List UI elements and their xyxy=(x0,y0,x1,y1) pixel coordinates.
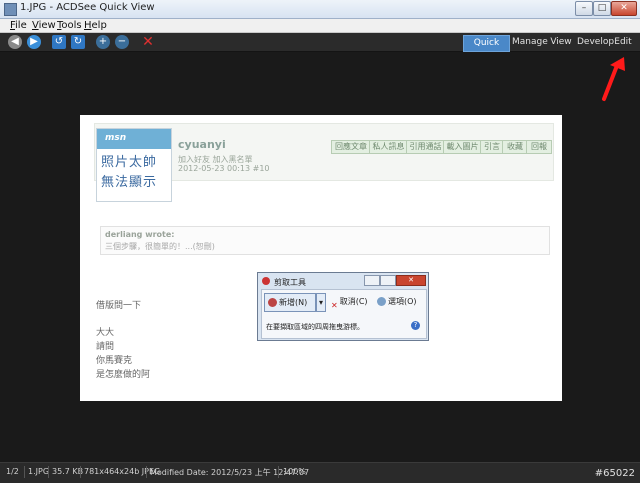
options-button: 選項(O) xyxy=(374,293,417,310)
post-tag: 回應文章 xyxy=(331,140,371,154)
avatar: msn 照片太帥 無法顯示 xyxy=(96,128,172,202)
rotate-left-icon[interactable]: ↺ xyxy=(52,35,66,49)
new-snip-label: 新增(N) xyxy=(279,298,308,307)
post-username: cyuanyi xyxy=(178,138,226,151)
close-window-button[interactable]: ✕ xyxy=(611,1,637,16)
menu-file[interactable]: File xyxy=(10,20,27,31)
post-body-line: 借版問一下 xyxy=(96,301,142,311)
scissors-icon xyxy=(268,298,277,307)
avatar-text-line2: 無法顯示 xyxy=(101,175,158,190)
post-body-line: 是怎麼做的阿 xyxy=(96,370,151,380)
previous-icon[interactable]: ◀ xyxy=(8,35,22,49)
new-snip-button: 新增(N) xyxy=(264,293,316,312)
app-icon xyxy=(4,3,17,16)
avatar-brand: msn xyxy=(105,133,127,143)
post-tag: 私人訊息 xyxy=(369,140,408,154)
options-label: 選項(O) xyxy=(388,297,417,306)
status-filename: 1.JPG xyxy=(28,467,50,476)
status-zoom: 100% xyxy=(283,467,306,476)
watermark: #65022 xyxy=(594,468,635,479)
help-icon: ? xyxy=(411,321,420,330)
tab-manage[interactable]: Manage xyxy=(512,35,548,50)
quote-block: derliang wrote: 三個步驟，很簡單的！...(恕刪) xyxy=(100,226,550,255)
post-tag: 引用通話 xyxy=(406,140,445,154)
post-tag: 載入圖片 xyxy=(443,140,482,154)
post-body-line: 請問 xyxy=(96,342,115,352)
close-icon: ✕ xyxy=(396,275,426,286)
quote-title: derliang wrote: xyxy=(105,230,175,239)
status-bar: 1/2 1.JPG 35.7 KB 781x464x24b JPEG Modif… xyxy=(0,462,640,483)
snip-instruction: 在要擷取區域的四周拖曳游標。 xyxy=(266,323,364,331)
scissors-icon xyxy=(262,277,270,285)
menu-help[interactable]: Help xyxy=(84,20,107,31)
toolbar: ◀ ▶ ↺ ↻ + − ✕ Quick View Manage View Dev… xyxy=(0,33,640,63)
post-body-line: 你馬賽克 xyxy=(96,356,133,366)
close-icon[interactable]: ✕ xyxy=(141,35,155,49)
maximize-icon xyxy=(380,275,396,286)
minimize-icon xyxy=(364,275,380,286)
next-icon[interactable]: ▶ xyxy=(27,35,41,49)
window-title: 1.JPG - ACDSee Quick View xyxy=(20,2,155,13)
minimize-button[interactable]: – xyxy=(575,1,593,16)
post-tag: 引言 xyxy=(480,140,504,154)
tab-edit[interactable]: Edit xyxy=(612,35,634,50)
annotation-arrow xyxy=(602,57,625,101)
status-index: 1/2 xyxy=(6,467,19,476)
maximize-button[interactable]: □ xyxy=(593,1,611,16)
post-tag: 收藏 xyxy=(502,140,528,154)
cancel-icon: ✕ xyxy=(331,301,338,310)
cancel-snip-label: 取消(C) xyxy=(339,297,368,306)
zoom-in-icon[interactable]: + xyxy=(96,35,110,49)
post-body-line: 大大 xyxy=(96,328,115,338)
status-filesize: 35.7 KB xyxy=(52,467,84,476)
snipping-tool-window: 剪取工具 ✕ 新增(N) ▾ ✕ 取消(C) 選項(O) 在要擷取區域的四周拖曳游… xyxy=(257,272,429,341)
chevron-down-icon: ▾ xyxy=(316,293,326,312)
cancel-snip-button: ✕ 取消(C) xyxy=(328,293,368,310)
menu-bar: File View Tools Help xyxy=(0,19,640,33)
avatar-text-line1: 照片太帥 xyxy=(101,155,158,170)
zoom-out-icon[interactable]: − xyxy=(115,35,129,49)
tab-quick-view[interactable]: Quick View xyxy=(463,35,510,63)
snipping-tool-title: 剪取工具 xyxy=(274,278,306,287)
gear-icon xyxy=(377,297,386,306)
status-dimensions: 781x464x24b JPEG xyxy=(84,467,161,476)
tab-develop[interactable]: Develop xyxy=(577,35,614,50)
quote-body: 三個步驟，很簡單的！...(恕刪) xyxy=(105,242,215,251)
rotate-right-icon[interactable]: ↻ xyxy=(71,35,85,49)
menu-view[interactable]: View xyxy=(32,20,56,31)
menu-tools[interactable]: Tools xyxy=(57,20,82,31)
post-tag: 回報 xyxy=(526,140,552,154)
title-bar: 1.JPG - ACDSee Quick View – □ ✕ xyxy=(0,0,640,19)
post-timestamp: 2012-05-23 00:13 #10 xyxy=(178,164,270,173)
tab-view[interactable]: View xyxy=(550,35,572,50)
